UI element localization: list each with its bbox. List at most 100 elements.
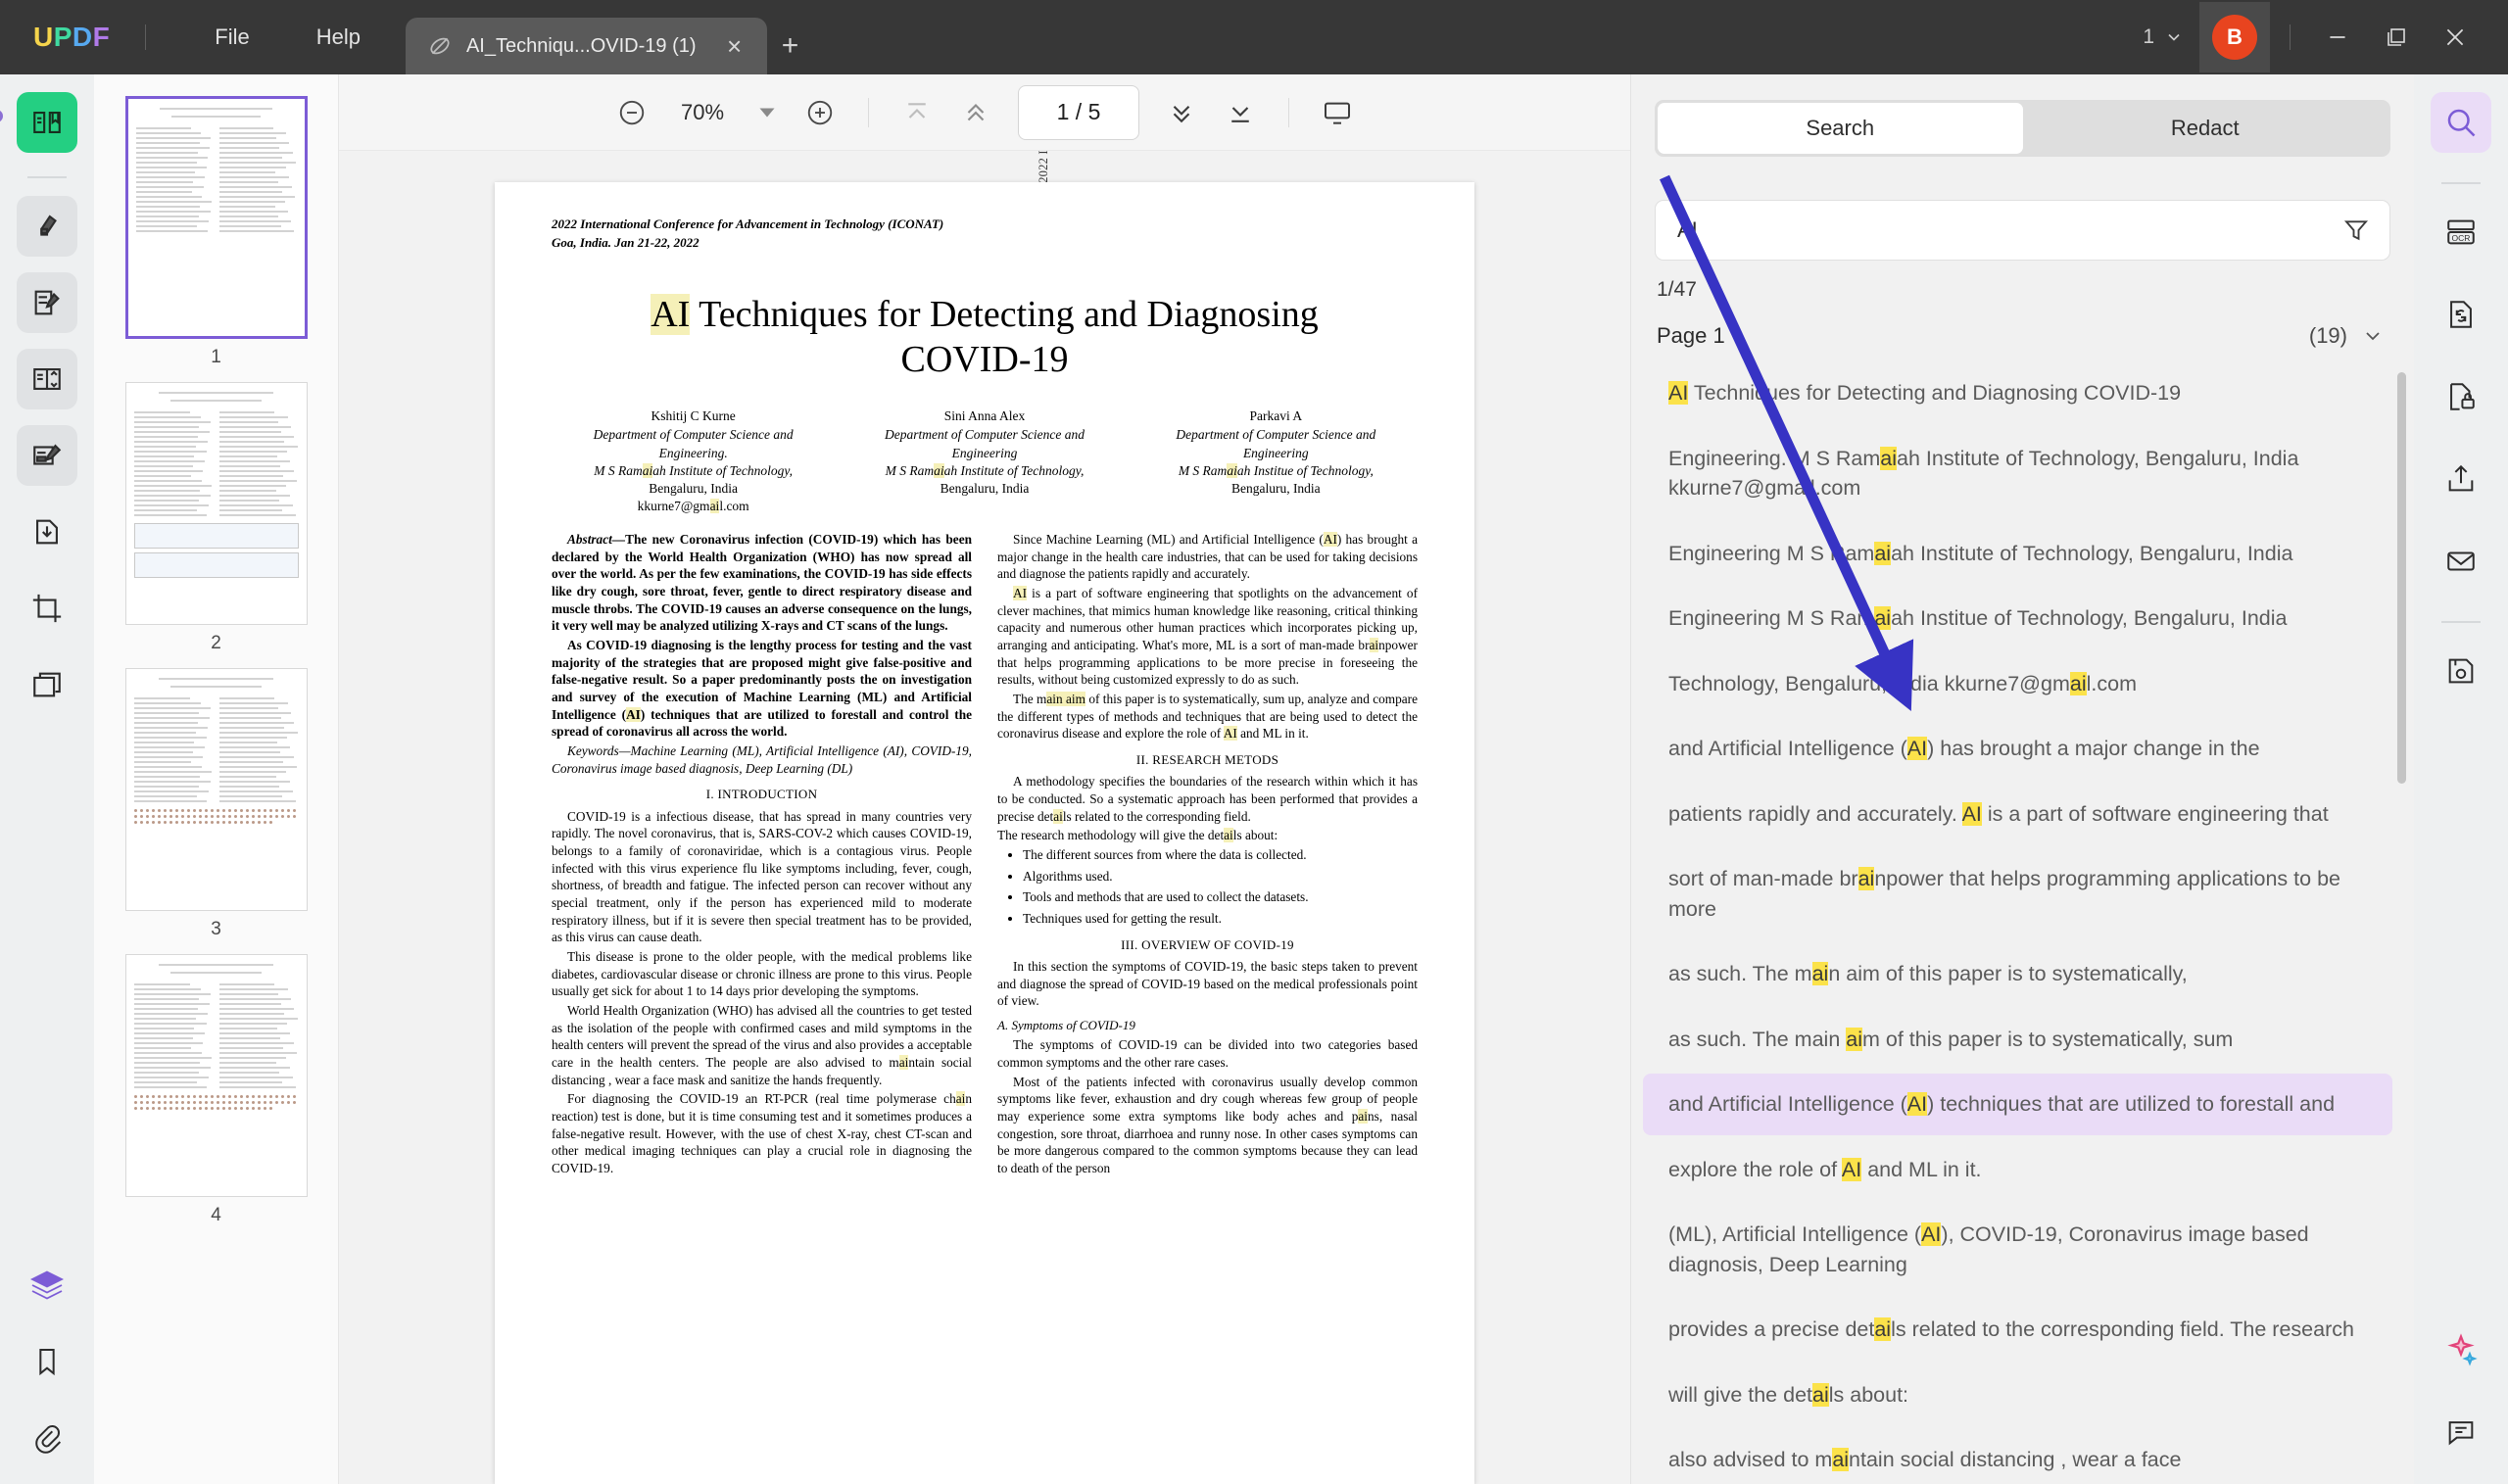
previous-page-button[interactable] xyxy=(949,86,1002,139)
pdf-page[interactable]: 2022 International Conference for Advanc… xyxy=(495,182,1474,1484)
search-input[interactable] xyxy=(1655,200,2390,261)
right-highlight-2b: ai xyxy=(1369,637,1379,652)
search-results-list[interactable]: AI Techniques for Detecting and Diagnosi… xyxy=(1631,362,2414,1484)
sidebar-item-bookmark[interactable] xyxy=(17,1331,77,1392)
window-count-button[interactable]: 1 xyxy=(2131,25,2195,49)
sidebar-item-form[interactable] xyxy=(17,425,77,486)
maximize-button[interactable] xyxy=(2369,13,2424,62)
author-city: Bengaluru, India xyxy=(1230,480,1321,496)
match-highlight: ai xyxy=(1874,1317,1892,1342)
document-tab[interactable]: AI_Techniqu...OVID-19 (1) × xyxy=(405,18,767,74)
thumbnail-page-preview[interactable] xyxy=(124,382,308,625)
result-text: explore the role of xyxy=(1668,1157,1842,1181)
panel-comments[interactable] xyxy=(2431,1402,2491,1462)
search-result-item[interactable]: patients rapidly and accurately. AI is a… xyxy=(1643,784,2392,845)
last-page-button[interactable] xyxy=(1214,86,1267,139)
logo-letter-p: P xyxy=(53,22,72,52)
panel-protect[interactable] xyxy=(2431,366,2491,427)
page-indicator[interactable]: 1 / 5 xyxy=(1018,84,1139,140)
first-page-button[interactable] xyxy=(891,86,943,139)
filter-funnel-icon[interactable] xyxy=(2341,215,2371,245)
panel-email[interactable] xyxy=(2431,531,2491,592)
search-result-item[interactable]: Technology, Bengaluru, India kkurne7@gma… xyxy=(1643,653,2392,715)
thumbnail-page-preview[interactable] xyxy=(124,668,308,911)
zoom-in-button[interactable] xyxy=(794,86,846,139)
menu-file[interactable]: File xyxy=(181,0,282,74)
left-column: Abstract—The new Coronavirus infection (… xyxy=(552,531,972,1179)
search-result-item[interactable]: explore the role of AI and ML in it. xyxy=(1643,1139,2392,1201)
match-highlight: ai xyxy=(1874,606,1892,631)
new-tab-button[interactable]: + xyxy=(767,18,814,74)
search-result-item[interactable]: Engineering. M S Ramaiah Institute of Te… xyxy=(1643,428,2392,519)
search-result-item[interactable]: will give the details about: xyxy=(1643,1364,2392,1426)
search-row xyxy=(1655,200,2390,261)
thumbnail-page-preview[interactable] xyxy=(124,954,308,1197)
title-bar: UPDF File Help AI_Techniqu...OVID-19 (1)… xyxy=(0,0,2508,74)
intro-text-4a: For diagnosing the COVID-19 an RT-PCR (r… xyxy=(567,1091,956,1107)
abstract-highlight: AI xyxy=(626,706,641,722)
search-result-item[interactable]: also advised to maintain social distanci… xyxy=(1643,1429,2392,1484)
zoom-dropdown-icon[interactable] xyxy=(747,90,788,135)
methods-bullet-list: The different sources from where the dat… xyxy=(1023,846,1418,928)
panel-convert[interactable] xyxy=(2431,284,2491,345)
collapse-handle-dot[interactable] xyxy=(0,110,3,122)
search-result-item[interactable]: (ML), Artificial Intelligence (AI), COVI… xyxy=(1643,1204,2392,1295)
chevron-down-icon[interactable] xyxy=(2361,324,2385,348)
avatar-button[interactable]: B xyxy=(2199,2,2270,72)
sidebar-item-annotate[interactable] xyxy=(17,196,77,257)
thumbnail-item[interactable]: 3 xyxy=(94,668,338,940)
thumbnail-item[interactable]: 2 xyxy=(94,382,338,654)
thumbnail-page-preview[interactable] xyxy=(124,96,308,339)
search-result-item[interactable]: provides a precise details related to th… xyxy=(1643,1299,2392,1361)
search-result-selected[interactable]: and Artificial Intelligence (AI) techniq… xyxy=(1643,1074,2392,1135)
divider xyxy=(2290,24,2291,50)
panel-search[interactable] xyxy=(2431,92,2491,153)
zoom-level-label[interactable]: 70% xyxy=(664,100,741,125)
match-highlight: AI xyxy=(1906,737,1928,761)
pdf-tab-icon xyxy=(427,33,453,59)
thumbnail-panel[interactable]: 1 2 3 4 xyxy=(94,74,339,1484)
sidebar-item-page-organize[interactable] xyxy=(17,349,77,409)
panel-save[interactable] xyxy=(2431,641,2491,701)
panel-ocr[interactable]: OCR xyxy=(2431,202,2491,263)
page-canvas[interactable]: 2022 International Conference for Advanc… xyxy=(339,151,1630,1484)
minimize-button[interactable] xyxy=(2310,13,2365,62)
divider xyxy=(145,24,147,50)
sidebar-item-crop[interactable] xyxy=(17,578,77,639)
page-group-header[interactable]: Page 1 (19) xyxy=(1657,323,2385,349)
sidebar-item-layers[interactable] xyxy=(17,1255,77,1316)
results-scrollbar[interactable] xyxy=(2397,372,2406,784)
right-text-1a: Since Machine Learning (ML) and Artifici… xyxy=(1013,531,1324,547)
search-result-item[interactable]: Engineering M S Ramaiah Institue of Tech… xyxy=(1643,588,2392,649)
overview-paragraph-3: Most of the patients infected with coron… xyxy=(997,1074,1418,1177)
overview-highlight-3: ai xyxy=(1358,1108,1368,1124)
sidebar-item-attachment[interactable] xyxy=(17,1408,77,1468)
search-result-item[interactable]: Engineering M S Ramaiah Institute of Tec… xyxy=(1643,523,2392,585)
search-result-item[interactable]: and Artificial Intelligence (AI) has bro… xyxy=(1643,718,2392,780)
sidebar-item-compress[interactable] xyxy=(17,502,77,562)
thumbnail-item[interactable]: 4 xyxy=(94,954,338,1226)
author-institution: M S Ramaiah Institute of Technology, xyxy=(885,462,1085,478)
search-result-item[interactable]: AI Techniques for Detecting and Diagnosi… xyxy=(1643,362,2392,424)
sidebar-item-batch[interactable] xyxy=(17,654,77,715)
presentation-mode-button[interactable] xyxy=(1311,86,1364,139)
tab-redact[interactable]: Redact xyxy=(2023,103,2388,154)
menu-help[interactable]: Help xyxy=(283,0,394,74)
match-highlight: AI xyxy=(1961,801,1982,826)
tab-close-icon[interactable]: × xyxy=(720,31,749,61)
close-button[interactable] xyxy=(2428,13,2483,62)
panel-ai-assistant[interactable] xyxy=(2431,1319,2491,1380)
tab-search[interactable]: Search xyxy=(1658,103,2023,154)
next-page-button[interactable] xyxy=(1155,86,1208,139)
search-result-item[interactable]: sort of man-made brainpower that helps p… xyxy=(1643,848,2392,939)
sidebar-item-edit[interactable] xyxy=(17,272,77,333)
panel-share[interactable] xyxy=(2431,449,2491,509)
search-result-item[interactable]: as such. The main aim of this paper is t… xyxy=(1643,1009,2392,1071)
search-result-item[interactable]: as such. The main aim of this paper is t… xyxy=(1643,943,2392,1005)
author-entry: Kshitij C Kurne Department of Computer Sc… xyxy=(552,407,835,514)
zoom-out-button[interactable] xyxy=(605,86,658,139)
divider xyxy=(868,97,869,127)
sidebar-item-reader[interactable] xyxy=(17,92,77,153)
thumbnail-item[interactable]: 1 xyxy=(94,96,338,368)
divider xyxy=(2441,621,2481,623)
